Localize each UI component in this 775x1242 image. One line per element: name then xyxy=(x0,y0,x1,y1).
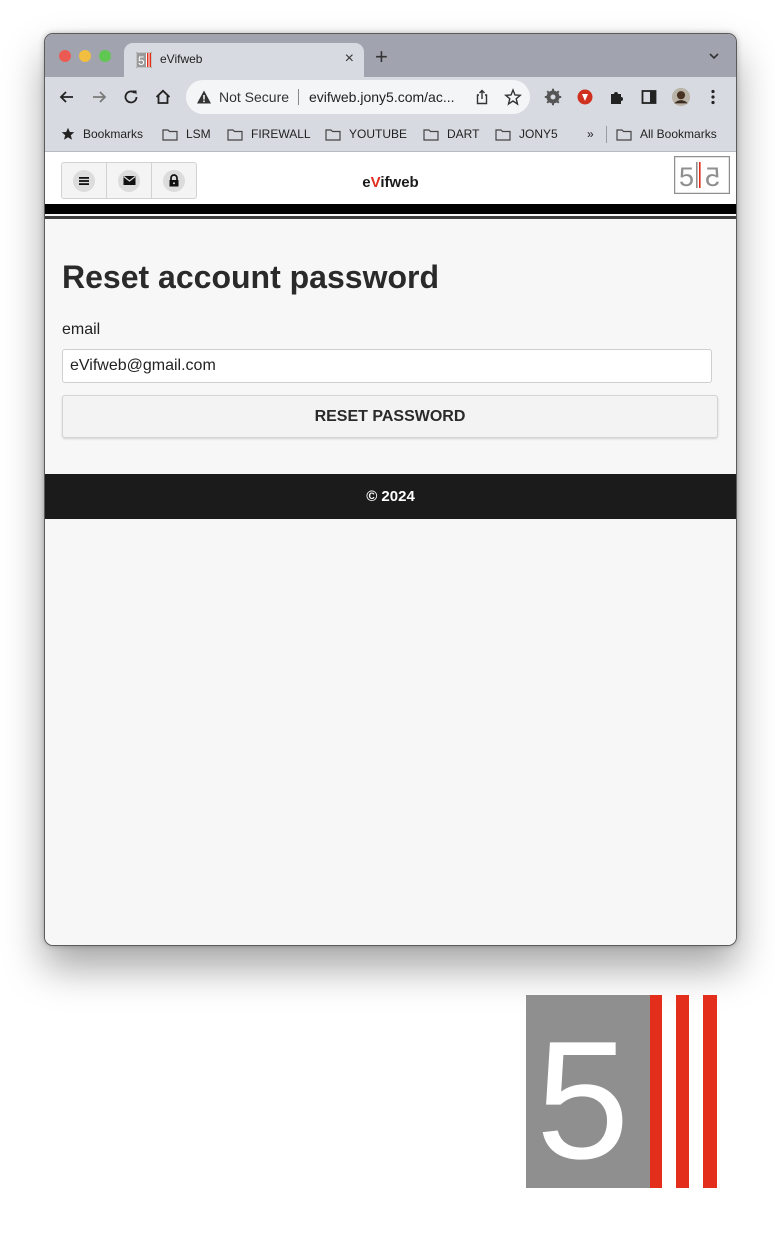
jony5-logo-image: 5 xyxy=(526,995,717,1188)
tab-title: eVifweb xyxy=(160,52,203,66)
header-divider-thin xyxy=(45,216,736,219)
maximize-window-button[interactable] xyxy=(99,50,111,62)
url-text[interactable]: evifweb.jony5.com/ac... xyxy=(309,89,455,105)
folder-icon xyxy=(162,128,178,141)
folder-icon xyxy=(423,128,439,141)
back-button[interactable] xyxy=(57,87,77,107)
site-brand[interactable]: eVifweb xyxy=(45,174,736,191)
reload-button[interactable] xyxy=(121,87,141,107)
site-footer: © 2024 xyxy=(45,474,736,519)
forward-arrow-icon xyxy=(93,91,107,103)
gear-icon xyxy=(544,88,562,106)
bookmark-folder-firewall[interactable]: FIREWALL xyxy=(227,127,311,141)
tab-close-icon[interactable]: × xyxy=(345,50,354,68)
bookmarks-overflow-button[interactable]: » xyxy=(587,127,594,141)
warning-icon xyxy=(197,90,211,104)
bookmark-label: Bookmarks xyxy=(83,127,144,141)
profile-button[interactable] xyxy=(671,87,691,107)
folder-icon xyxy=(325,128,341,141)
red-shield-icon xyxy=(577,89,593,105)
home-button[interactable] xyxy=(153,87,173,107)
svg-text:5: 5 xyxy=(705,162,720,192)
bookmarks-divider xyxy=(606,126,607,143)
omnibox-divider xyxy=(298,89,299,105)
email-field[interactable] xyxy=(62,349,712,383)
home-icon xyxy=(155,89,171,104)
back-arrow-icon xyxy=(59,91,73,103)
new-tab-button[interactable]: + xyxy=(375,46,388,68)
bookmark-label: LSM xyxy=(186,127,211,141)
site-header: eVifweb 5 5 xyxy=(45,152,736,204)
site-favicon-icon: 5 xyxy=(136,52,152,68)
browser-toolbar: Not Secure evifweb.jony5.com/ac... xyxy=(45,77,736,118)
tab-strip: 5 eVifweb × + xyxy=(45,34,736,77)
page-title: Reset account password xyxy=(62,259,439,295)
bookmark-folder-dart[interactable]: DART xyxy=(423,127,479,141)
star-icon xyxy=(61,127,75,140)
brand-suffix: ifweb xyxy=(380,174,419,191)
tab-search-chevron-icon[interactable] xyxy=(707,49,721,63)
forward-button[interactable] xyxy=(89,87,109,107)
email-label: email xyxy=(62,321,101,338)
share-icon[interactable] xyxy=(474,89,490,105)
bookmark-item-bookmarks[interactable]: Bookmarks xyxy=(61,127,143,141)
extensions-button[interactable] xyxy=(607,87,627,107)
header-divider-thick xyxy=(45,204,736,214)
folder-icon xyxy=(227,128,243,141)
address-bar[interactable]: Not Secure evifweb.jony5.com/ac... xyxy=(186,80,530,114)
browser-menu-button[interactable] xyxy=(703,87,723,107)
bookmark-star-icon[interactable] xyxy=(504,88,522,106)
svg-text:5: 5 xyxy=(536,1006,629,1188)
side-panel-icon xyxy=(641,90,657,104)
kebab-menu-icon xyxy=(711,89,715,105)
puzzle-icon xyxy=(611,92,623,104)
bookmark-label: YOUTUBE xyxy=(349,127,408,141)
folder-icon xyxy=(495,128,511,141)
browser-tab[interactable]: 5 eVifweb × xyxy=(124,43,364,77)
bookmark-label: All Bookmarks xyxy=(640,127,717,141)
reload-icon xyxy=(124,90,138,104)
security-label[interactable]: Not Secure xyxy=(219,89,289,105)
extension-shield-button[interactable] xyxy=(575,87,595,107)
svg-text:5: 5 xyxy=(138,54,145,68)
site-logo[interactable]: 5 5 xyxy=(674,156,730,194)
extension-gear-button[interactable] xyxy=(543,87,563,107)
bookmark-folder-jony5[interactable]: JONY5 xyxy=(495,127,558,141)
avatar-icon xyxy=(671,87,691,107)
brand-accent: V xyxy=(370,174,381,191)
minimize-window-button[interactable] xyxy=(79,50,91,62)
bookmarks-bar: Bookmarks LSM FIREWALL YOUTUBE DART JONY… xyxy=(45,118,736,152)
side-panel-button[interactable] xyxy=(639,87,659,107)
close-window-button[interactable] xyxy=(59,50,71,62)
bookmark-label: JONY5 xyxy=(519,127,558,141)
bookmark-folder-lsm[interactable]: LSM xyxy=(162,127,211,141)
browser-window: 5 eVifweb × + Not Secure evifweb.jony5.c… xyxy=(44,33,737,946)
folder-icon xyxy=(616,128,632,141)
brand-prefix: e xyxy=(362,174,371,191)
copyright-text: © 2024 xyxy=(366,488,415,505)
bookmark-folder-youtube[interactable]: YOUTUBE xyxy=(325,127,407,141)
svg-text:5: 5 xyxy=(679,162,694,192)
bookmark-label: FIREWALL xyxy=(251,127,311,141)
bookmark-label: DART xyxy=(447,127,480,141)
page-viewport: eVifweb 5 5 Reset account password email… xyxy=(45,152,736,945)
bookmark-folder-all-bookmarks[interactable]: All Bookmarks xyxy=(616,127,717,141)
overflow-chevron-icon: » xyxy=(587,127,594,141)
reset-password-button[interactable]: RESET PASSWORD xyxy=(62,395,718,438)
